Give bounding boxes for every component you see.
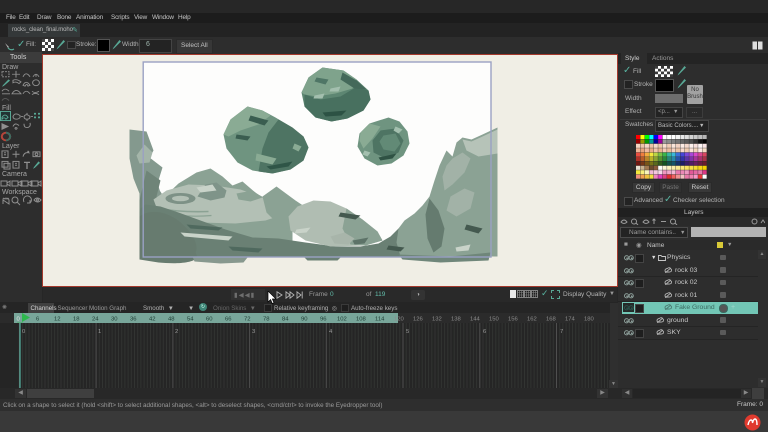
- svg-text:1: 1: [98, 329, 101, 335]
- svg-text:2: 2: [175, 329, 178, 335]
- svg-text:7: 7: [560, 329, 563, 335]
- svg-text:168: 168: [546, 317, 557, 323]
- svg-text:54: 54: [187, 317, 194, 323]
- svg-text:114: 114: [375, 317, 385, 323]
- svg-text:126: 126: [413, 317, 424, 323]
- svg-text:72: 72: [244, 317, 251, 323]
- svg-text:42: 42: [149, 317, 156, 323]
- svg-text:6: 6: [36, 317, 40, 323]
- svg-text:90: 90: [301, 317, 308, 323]
- svg-text:180: 180: [584, 317, 595, 323]
- svg-text:12: 12: [54, 317, 61, 323]
- svg-text:162: 162: [527, 317, 537, 323]
- svg-text:138: 138: [451, 317, 462, 323]
- svg-text:24: 24: [92, 317, 99, 323]
- svg-text:48: 48: [168, 317, 175, 323]
- svg-text:60: 60: [206, 317, 213, 323]
- svg-text:174: 174: [565, 317, 576, 323]
- svg-text:36: 36: [130, 317, 137, 323]
- svg-text:120: 120: [394, 317, 405, 323]
- svg-text:96: 96: [320, 317, 327, 323]
- svg-text:144: 144: [470, 317, 481, 323]
- svg-text:66: 66: [225, 317, 232, 323]
- svg-text:84: 84: [282, 317, 289, 323]
- svg-text:132: 132: [432, 317, 442, 323]
- svg-text:18: 18: [73, 317, 80, 323]
- svg-text:0: 0: [17, 317, 21, 323]
- svg-text:150: 150: [489, 317, 500, 323]
- svg-text:30: 30: [111, 317, 118, 323]
- svg-text:78: 78: [263, 317, 270, 323]
- svg-text:102: 102: [337, 317, 347, 323]
- svg-text:108: 108: [356, 317, 367, 323]
- svg-text:3: 3: [252, 329, 256, 335]
- svg-text:156: 156: [508, 317, 519, 323]
